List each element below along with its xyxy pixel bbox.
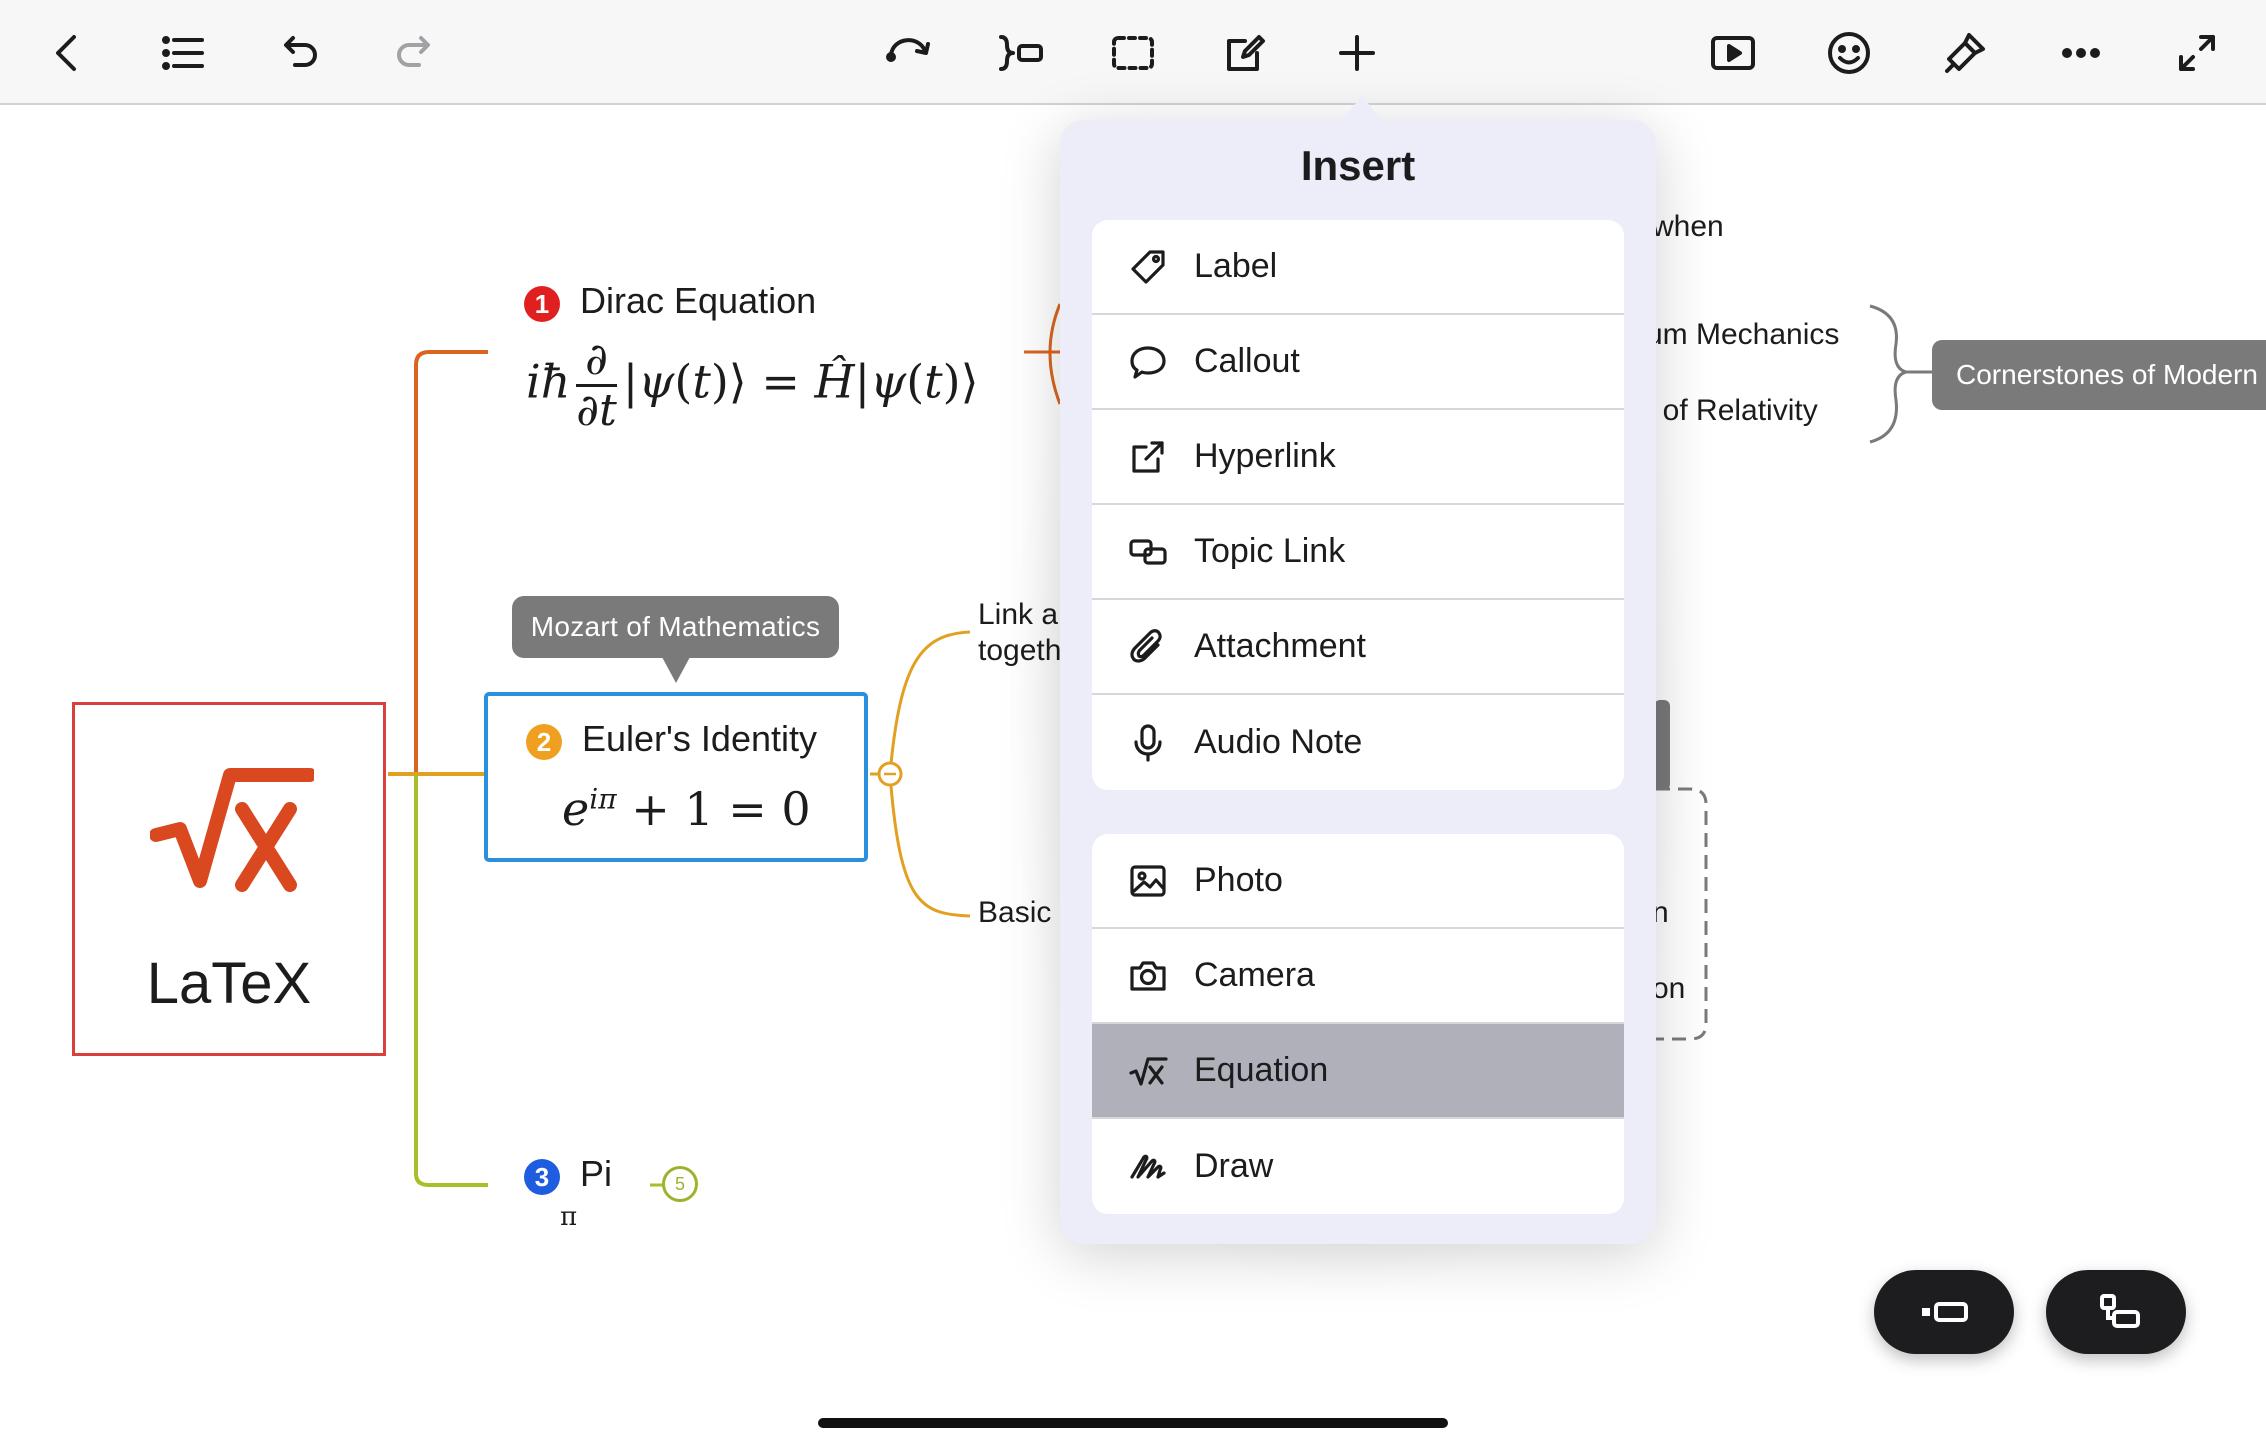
external-link-icon	[1126, 435, 1170, 479]
add-sibling-icon	[1922, 1302, 1968, 1322]
microphone-icon	[1126, 721, 1170, 765]
popover-arrow	[1340, 96, 1384, 122]
subtopic-link[interactable]: Link a	[978, 598, 1058, 632]
insert-popover: Insert Label Callout Hyperlink Topic Lin…	[1060, 120, 1656, 1244]
speech-bubble-icon	[1126, 340, 1170, 384]
menu-item-text: Equation	[1194, 1051, 1329, 1089]
pi-formula: π	[560, 1202, 578, 1232]
summary-topic[interactable]: Cornerstones of Modern	[1932, 340, 2266, 410]
subtopic-when[interactable]: when	[1652, 210, 1724, 244]
photo-icon	[1126, 859, 1170, 903]
more-icon[interactable]	[2050, 22, 2112, 84]
sticker-smiley-icon[interactable]	[1818, 22, 1880, 84]
menu-item-text: Camera	[1194, 956, 1315, 994]
menu-item-text: Photo	[1194, 861, 1283, 899]
menu-item-equation[interactable]: Equation	[1092, 1024, 1624, 1119]
home-indicator	[818, 1418, 1448, 1428]
topic-title: Pi	[580, 1153, 613, 1194]
topic-title: Dirac Equation	[580, 280, 817, 321]
popover-title: Insert	[1300, 142, 1416, 189]
callout-bubble[interactable]: Mozart of Mathematics	[512, 596, 839, 658]
subtopic-partial-on[interactable]: on	[1652, 972, 1685, 1006]
menu-item-callout[interactable]: Callout	[1092, 315, 1624, 410]
menu-item-draw[interactable]: Draw	[1092, 1119, 1624, 1214]
top-toolbar	[0, 0, 2266, 105]
euler-identity-formula: eiπ + 1 = 0	[562, 782, 811, 836]
draw-scribble-icon	[1126, 1145, 1170, 1189]
menu-item-text: Callout	[1194, 342, 1300, 380]
menu-item-photo[interactable]: Photo	[1092, 834, 1624, 929]
expand-icon[interactable]	[2166, 22, 2228, 84]
camera-icon	[1126, 954, 1170, 998]
plus-icon[interactable]	[1326, 22, 1388, 84]
tag-icon	[1126, 245, 1170, 289]
add-child-icon	[2100, 1294, 2140, 1328]
square-root-logo-icon	[150, 768, 314, 892]
redo-icon[interactable]	[384, 22, 446, 84]
menu-item-text: Hyperlink	[1194, 437, 1336, 475]
add-sibling-topic-button[interactable]	[1874, 1270, 2014, 1354]
subtopic-relativity[interactable]: / of Relativity	[1646, 394, 1818, 428]
menu-item-topic-link[interactable]: Topic Link	[1092, 505, 1624, 600]
menu-item-attachment[interactable]: Attachment	[1092, 600, 1624, 695]
insert-menu-group-2: Photo Camera Equation Draw	[1092, 834, 1624, 1214]
topic-link-icon	[1126, 530, 1170, 574]
topic-title: Euler's Identity	[582, 718, 817, 759]
central-topic-latex[interactable]: LaTeX	[72, 702, 386, 1056]
paperclip-icon	[1126, 625, 1170, 669]
back-icon[interactable]	[36, 22, 98, 84]
priority-1-badge: 1	[524, 286, 560, 322]
undo-icon[interactable]	[268, 22, 330, 84]
menu-item-camera[interactable]: Camera	[1092, 929, 1624, 1024]
add-child-topic-button[interactable]	[2046, 1270, 2186, 1354]
menu-item-text: Draw	[1194, 1147, 1274, 1185]
boundary-icon[interactable]	[1102, 22, 1164, 84]
edit-note-icon[interactable]	[1214, 22, 1276, 84]
outline-list-icon[interactable]	[152, 22, 214, 84]
format-brush-icon[interactable]	[1934, 22, 1996, 84]
priority-2-badge: 2	[526, 724, 562, 760]
summary-icon[interactable]	[990, 22, 1052, 84]
menu-item-text: Topic Link	[1194, 532, 1346, 570]
subtopic-basic[interactable]: Basic	[978, 896, 1051, 930]
menu-item-text: Audio Note	[1194, 723, 1363, 761]
menu-item-text: Label	[1194, 247, 1278, 285]
menu-item-audio-note[interactable]: Audio Note	[1092, 695, 1624, 790]
central-topic-label: LaTeX	[146, 951, 312, 1016]
subtopic-link-line2: togeth	[978, 634, 1062, 667]
square-root-icon	[1126, 1049, 1170, 1093]
topic-euler-identity-selected[interactable]: 2 Euler's Identity eiπ + 1 = 0	[484, 692, 868, 862]
presentation-play-icon[interactable]	[1702, 22, 1764, 84]
dirac-equation-formula: iħ ∂ ∂t |ψ(t)⟩ = Ĥ|ψ(t)⟩	[526, 334, 979, 436]
menu-item-text: Attachment	[1194, 627, 1366, 665]
priority-3-badge: 3	[524, 1159, 560, 1195]
relationship-icon[interactable]	[878, 22, 940, 84]
menu-item-label[interactable]: Label	[1092, 220, 1624, 315]
insert-menu-group-1: Label Callout Hyperlink Topic Link Attac…	[1092, 220, 1624, 790]
menu-item-hyperlink[interactable]: Hyperlink	[1092, 410, 1624, 505]
subtopic-quantum-mechanics[interactable]: um Mechanics	[1646, 318, 1839, 352]
callout-tail	[662, 657, 690, 683]
collapsed-children-count[interactable]: 5	[662, 1166, 698, 1202]
